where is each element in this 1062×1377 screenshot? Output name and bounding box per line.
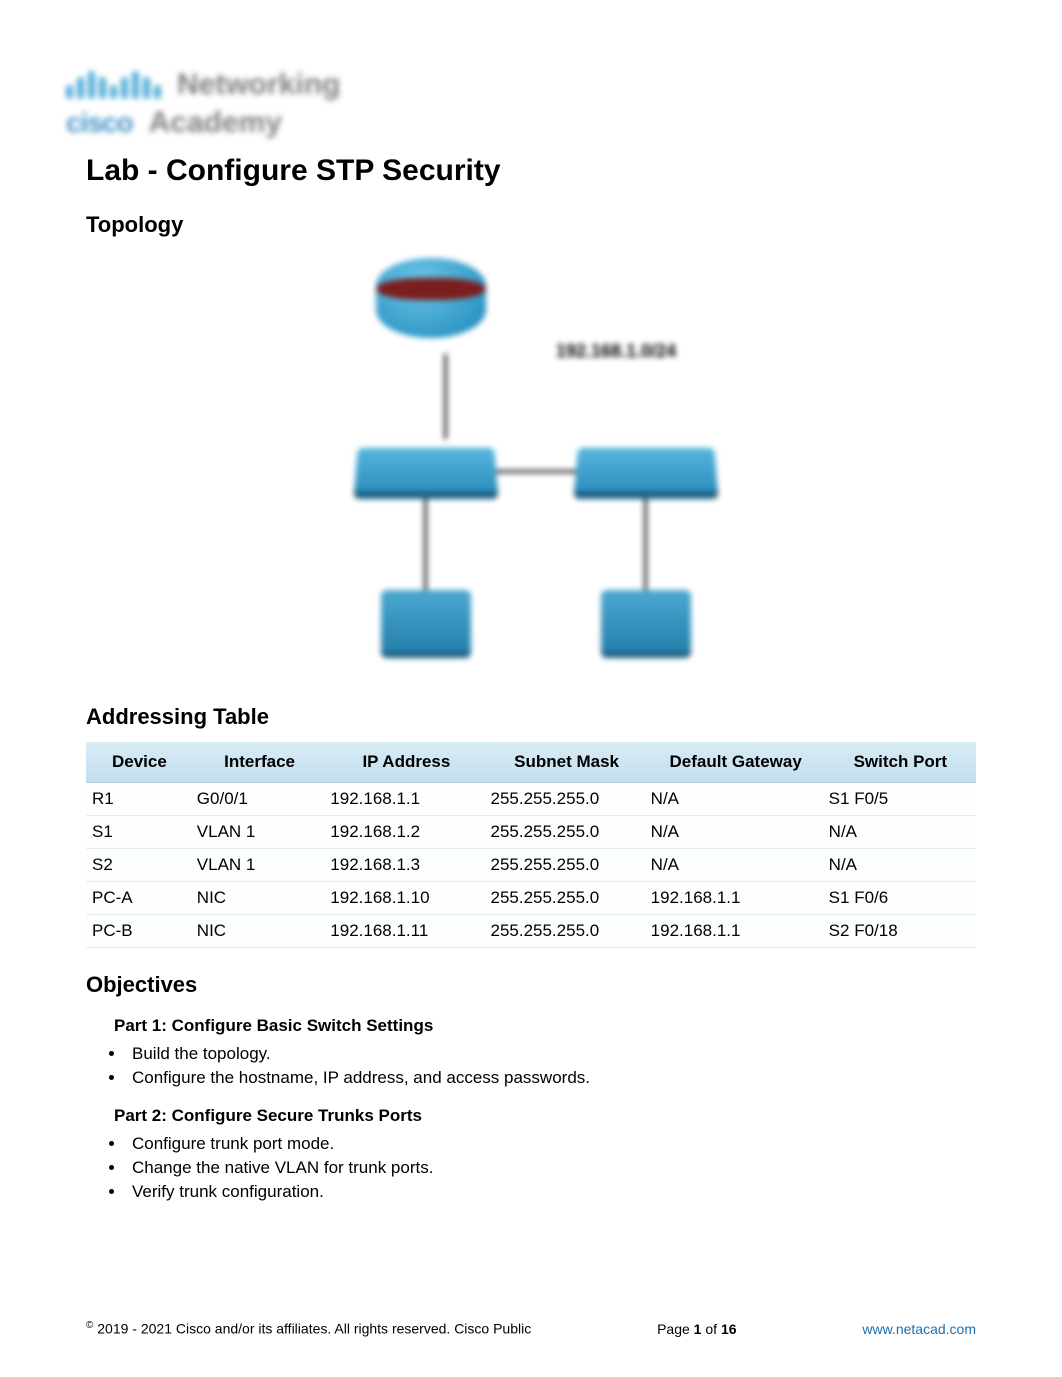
section-topology-heading: Topology	[86, 212, 976, 238]
switch-icon	[574, 448, 718, 492]
cell-device: PC-B	[86, 915, 193, 948]
list-item: Configure the hostname, IP address, and …	[126, 1068, 976, 1088]
logo-networking-text: Networking	[177, 68, 340, 102]
page-title: Lab - Configure STP Security	[86, 154, 976, 188]
cell-interface: VLAN 1	[193, 849, 327, 882]
logo-academy-text: Academy	[149, 106, 282, 140]
cell-ip: 192.168.1.10	[326, 882, 486, 915]
cell-mask: 255.255.255.0	[486, 882, 646, 915]
cell-ip: 192.168.1.11	[326, 915, 486, 948]
copyright-icon: ©	[86, 1320, 93, 1331]
cell-device: PC-A	[86, 882, 193, 915]
table-row: S1 VLAN 1 192.168.1.2 255.255.255.0 N/A …	[86, 816, 976, 849]
table-row: PC-A NIC 192.168.1.10 255.255.255.0 192.…	[86, 882, 976, 915]
cell-port: S2 F0/18	[825, 915, 976, 948]
cell-gw: N/A	[647, 849, 825, 882]
cell-ip: 192.168.1.1	[326, 783, 486, 816]
footer-page-of: of	[705, 1321, 717, 1337]
cell-ip: 192.168.1.2	[326, 816, 486, 849]
cell-interface: G0/0/1	[193, 783, 327, 816]
table-row: S2 VLAN 1 192.168.1.3 255.255.255.0 N/A …	[86, 849, 976, 882]
topology-diagram: 192.168.1.0/24	[316, 250, 746, 680]
cell-device: R1	[86, 783, 193, 816]
header-interface: Interface	[193, 742, 327, 783]
objectives-part1-title: Part 1: Configure Basic Switch Settings	[114, 1016, 976, 1036]
cell-interface: NIC	[193, 915, 327, 948]
cell-gw: N/A	[647, 816, 825, 849]
cable-icon	[644, 495, 647, 595]
cisco-logo: Networking cisco Academy	[66, 68, 976, 140]
footer-copyright-text: 2019 - 2021 Cisco and/or its affiliates.…	[97, 1321, 531, 1337]
cell-port: N/A	[825, 816, 976, 849]
header-device: Device	[86, 742, 193, 783]
cell-port: S1 F0/5	[825, 783, 976, 816]
cell-port: N/A	[825, 849, 976, 882]
cell-mask: 255.255.255.0	[486, 849, 646, 882]
cell-device: S1	[86, 816, 193, 849]
cell-mask: 255.255.255.0	[486, 783, 646, 816]
header-ip: IP Address	[326, 742, 486, 783]
list-item: Build the topology.	[126, 1044, 976, 1064]
footer-page-label: Page	[657, 1321, 690, 1337]
cell-interface: NIC	[193, 882, 327, 915]
cell-mask: 255.255.255.0	[486, 915, 646, 948]
page-footer: © 2019 - 2021 Cisco and/or its affiliate…	[86, 1320, 976, 1337]
list-item: Verify trunk configuration.	[126, 1182, 976, 1202]
cable-icon	[424, 495, 427, 595]
cell-gw: 192.168.1.1	[647, 915, 825, 948]
network-label: 192.168.1.0/24	[556, 341, 676, 362]
list-item: Change the native VLAN for trunk ports.	[126, 1158, 976, 1178]
switch-icon	[354, 448, 498, 492]
section-objectives-heading: Objectives	[86, 972, 976, 998]
table-row: R1 G0/0/1 192.168.1.1 255.255.255.0 N/A …	[86, 783, 976, 816]
cell-gw: N/A	[647, 783, 825, 816]
list-item: Configure trunk port mode.	[126, 1134, 976, 1154]
objectives-part1-list: Build the topology. Configure the hostna…	[126, 1044, 976, 1088]
header-port: Switch Port	[825, 742, 976, 783]
footer-page-current: 1	[694, 1321, 702, 1337]
footer-link[interactable]: www.netacad.com	[862, 1321, 976, 1337]
table-row: PC-B NIC 192.168.1.11 255.255.255.0 192.…	[86, 915, 976, 948]
pc-icon	[596, 590, 696, 670]
header-mask: Subnet Mask	[486, 742, 646, 783]
addressing-table: Device Interface IP Address Subnet Mask …	[86, 742, 976, 948]
cell-gw: 192.168.1.1	[647, 882, 825, 915]
objectives-part2-title: Part 2: Configure Secure Trunks Ports	[114, 1106, 976, 1126]
cell-interface: VLAN 1	[193, 816, 327, 849]
footer-page-info: Page 1 of 16	[657, 1321, 736, 1337]
table-header-row: Device Interface IP Address Subnet Mask …	[86, 742, 976, 783]
cell-port: S1 F0/6	[825, 882, 976, 915]
logo-cisco-text: cisco	[66, 107, 133, 139]
cell-mask: 255.255.255.0	[486, 816, 646, 849]
router-icon	[376, 250, 486, 346]
cell-ip: 192.168.1.3	[326, 849, 486, 882]
cell-device: S2	[86, 849, 193, 882]
pc-icon	[376, 590, 476, 670]
objectives-part2-list: Configure trunk port mode. Change the na…	[126, 1134, 976, 1202]
footer-page-total: 16	[721, 1321, 737, 1337]
section-addressing-heading: Addressing Table	[86, 704, 976, 730]
header-gateway: Default Gateway	[647, 742, 825, 783]
cisco-bars-icon	[66, 71, 161, 99]
footer-copyright: © 2019 - 2021 Cisco and/or its affiliate…	[86, 1320, 531, 1337]
document-page: Networking cisco Academy Lab - Configure…	[0, 0, 1062, 1377]
cable-icon	[444, 354, 447, 439]
